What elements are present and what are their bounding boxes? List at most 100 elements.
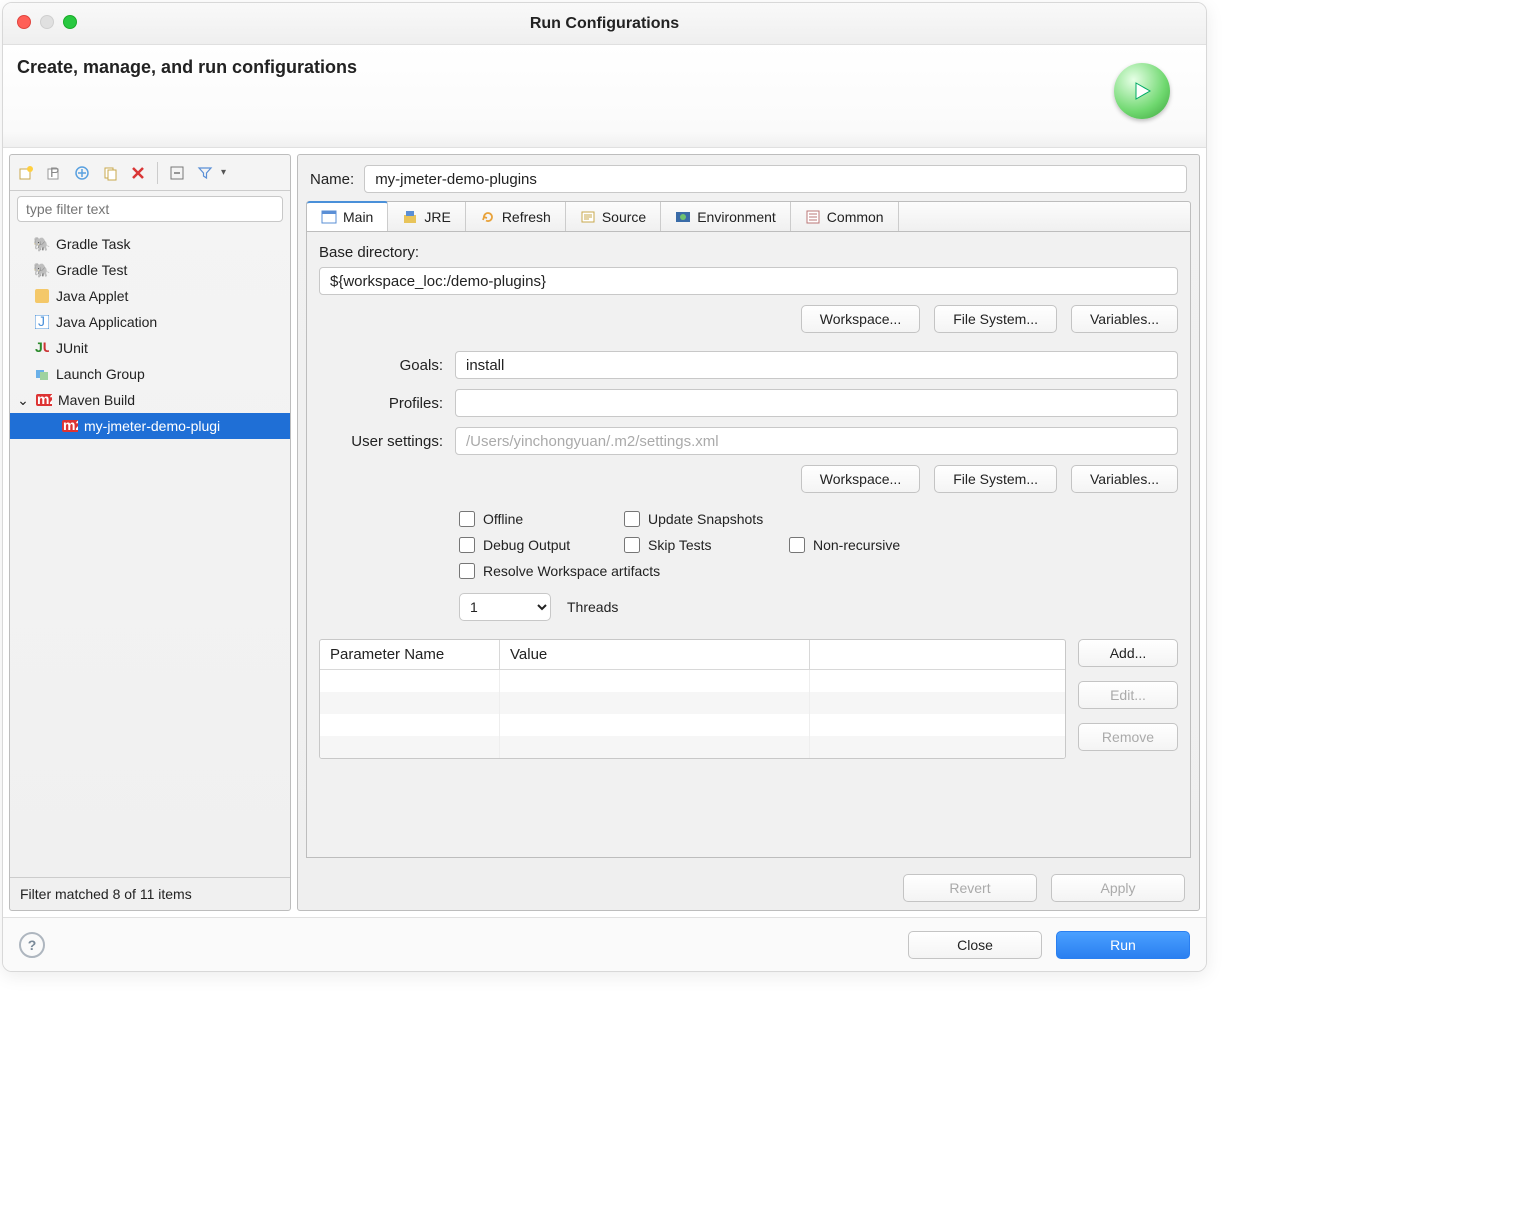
common-tab-icon <box>805 209 821 225</box>
delete-icon[interactable] <box>126 161 150 185</box>
resolve-workspace-checkbox[interactable]: Resolve Workspace artifacts <box>459 563 989 579</box>
chevron-down-icon[interactable]: ⌄ <box>16 393 30 407</box>
parameter-area: Parameter Name Value Add... Edit... Remo… <box>319 639 1178 759</box>
workspace-button-2[interactable]: Workspace... <box>801 465 920 493</box>
window-controls <box>17 15 77 29</box>
filter-box <box>17 196 283 222</box>
maven-icon: m2 <box>36 392 52 408</box>
main-form: Base directory: Workspace... File System… <box>306 232 1191 858</box>
non-recursive-checkbox[interactable]: Non-recursive <box>789 537 989 553</box>
base-directory-input[interactable] <box>319 267 1178 295</box>
export-icon[interactable] <box>70 161 94 185</box>
tree-item-gradle-test[interactable]: 🐘Gradle Test <box>10 257 290 283</box>
help-icon[interactable]: ? <box>19 932 45 958</box>
refresh-tab-icon <box>480 209 496 225</box>
variables-button-2[interactable]: Variables... <box>1071 465 1178 493</box>
tree-item-junit[interactable]: JUJUnit <box>10 335 290 361</box>
maven-icon: m2 <box>62 418 78 434</box>
applet-icon <box>34 288 50 304</box>
config-tree[interactable]: 🐘Gradle Task 🐘Gradle Test Java Applet JJ… <box>10 227 290 877</box>
update-snapshots-checkbox[interactable]: Update Snapshots <box>624 511 789 527</box>
goals-row: Goals: <box>319 351 1178 379</box>
filter-input[interactable] <box>17 196 283 222</box>
minimize-window-icon[interactable] <box>40 15 54 29</box>
name-row: Name: <box>298 155 1199 201</box>
close-button[interactable]: Close <box>908 931 1042 959</box>
profiles-row: Profiles: <box>319 389 1178 417</box>
name-input[interactable] <box>364 165 1187 193</box>
zoom-window-icon[interactable] <box>63 15 77 29</box>
threads-select[interactable]: 1 <box>459 593 551 621</box>
file-system-button-2[interactable]: File System... <box>934 465 1057 493</box>
skip-tests-checkbox[interactable]: Skip Tests <box>624 537 789 553</box>
table-row[interactable] <box>320 714 1065 736</box>
offline-checkbox[interactable]: Offline <box>459 511 624 527</box>
workspace-button[interactable]: Workspace... <box>801 305 920 333</box>
toolbar-separator <box>157 162 158 184</box>
svg-text:m2: m2 <box>37 394 52 406</box>
jre-tab-icon <box>402 209 418 225</box>
window-title: Run Configurations <box>530 15 679 33</box>
svg-text:J: J <box>38 315 45 329</box>
parameter-table[interactable]: Parameter Name Value <box>319 639 1066 759</box>
left-panel: P ▾ 🐘Gradle Task 🐘Gradle Test Java Apple… <box>9 154 291 911</box>
tree-item-java-applet[interactable]: Java Applet <box>10 283 290 309</box>
profiles-input[interactable] <box>455 389 1178 417</box>
new-config-icon[interactable] <box>14 161 38 185</box>
dialog-header: Create, manage, and run configurations <box>3 45 1206 148</box>
base-dir-buttons: Workspace... File System... Variables... <box>319 305 1178 333</box>
table-row[interactable] <box>320 692 1065 714</box>
parameter-buttons: Add... Edit... Remove <box>1078 639 1178 759</box>
source-tab-icon <box>580 209 596 225</box>
edit-button[interactable]: Edit... <box>1078 681 1178 709</box>
environment-tab-icon <box>675 209 691 225</box>
svg-text:JU: JU <box>35 341 49 355</box>
tab-bar: Main JRE Refresh Source Environment Comm… <box>306 201 1191 232</box>
tab-source[interactable]: Source <box>566 202 661 231</box>
java-app-icon: J <box>34 314 50 330</box>
titlebar: Run Configurations <box>3 3 1206 45</box>
param-value-header: Value <box>500 640 810 669</box>
table-row[interactable] <box>320 736 1065 758</box>
tab-jre[interactable]: JRE <box>388 202 465 231</box>
user-settings-label: User settings: <box>319 433 443 450</box>
revert-button[interactable]: Revert <box>903 874 1037 902</box>
run-button[interactable]: Run <box>1056 931 1190 959</box>
collapse-all-icon[interactable] <box>165 161 189 185</box>
svg-text:m2: m2 <box>63 420 78 432</box>
remove-button[interactable]: Remove <box>1078 723 1178 751</box>
tab-common[interactable]: Common <box>791 202 899 231</box>
debug-output-checkbox[interactable]: Debug Output <box>459 537 624 553</box>
tree-item-launch-group[interactable]: Launch Group <box>10 361 290 387</box>
svg-text:P: P <box>50 165 59 180</box>
user-settings-input[interactable] <box>455 427 1178 455</box>
parameter-table-header: Parameter Name Value <box>320 640 1065 670</box>
variables-button[interactable]: Variables... <box>1071 305 1178 333</box>
param-name-header: Parameter Name <box>320 640 500 669</box>
checkbox-grid: Offline Update Snapshots Debug Output Sk… <box>319 511 1178 579</box>
apply-button[interactable]: Apply <box>1051 874 1185 902</box>
goals-input[interactable] <box>455 351 1178 379</box>
gradle-icon: 🐘 <box>34 262 50 278</box>
tab-refresh[interactable]: Refresh <box>466 202 566 231</box>
tree-item-java-application[interactable]: JJava Application <box>10 309 290 335</box>
goals-label: Goals: <box>319 357 443 374</box>
file-system-button[interactable]: File System... <box>934 305 1057 333</box>
tab-main[interactable]: Main <box>307 201 388 231</box>
tree-item-gradle-task[interactable]: 🐘Gradle Task <box>10 231 290 257</box>
duplicate-icon[interactable] <box>98 161 122 185</box>
filter-dropdown-icon[interactable]: ▾ <box>221 167 226 178</box>
table-row[interactable] <box>320 670 1065 692</box>
right-panel: Name: Main JRE Refresh Source Environmen… <box>297 154 1200 911</box>
new-prototype-icon[interactable]: P <box>42 161 66 185</box>
filter-icon[interactable] <box>193 161 217 185</box>
name-label: Name: <box>310 171 354 188</box>
close-window-icon[interactable] <box>17 15 31 29</box>
tree-item-maven-build[interactable]: ⌄m2Maven Build <box>10 387 290 413</box>
tree-item-my-jmeter-demo[interactable]: m2my-jmeter-demo-plugi <box>10 413 290 439</box>
dialog-body: P ▾ 🐘Gradle Task 🐘Gradle Test Java Apple… <box>3 148 1206 917</box>
tab-environment[interactable]: Environment <box>661 202 791 231</box>
run-badge-icon <box>1114 63 1170 119</box>
add-button[interactable]: Add... <box>1078 639 1178 667</box>
footer-buttons: Close Run <box>908 931 1190 959</box>
